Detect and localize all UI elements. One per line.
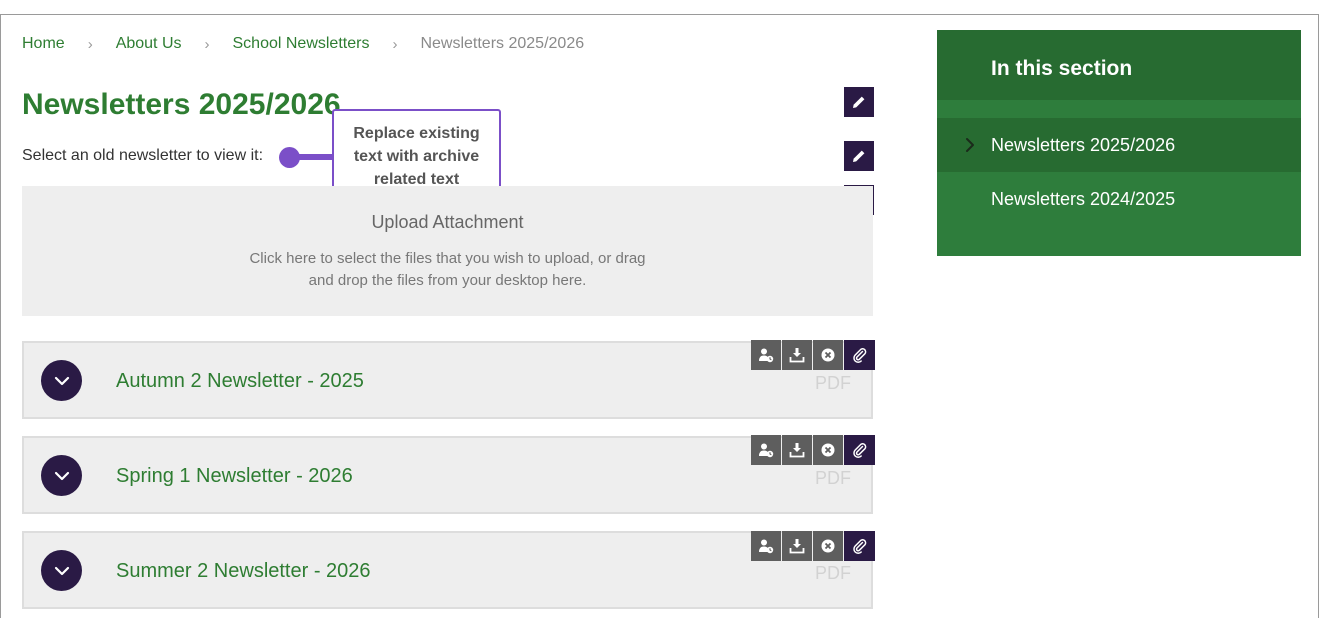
breadcrumb-home[interactable]: Home (22, 35, 65, 53)
attach-button[interactable] (844, 435, 875, 465)
file-type-label: PDF (815, 468, 851, 488)
attach-icon (852, 443, 866, 458)
sidebar-item-newsletters-2025-2026[interactable]: Newsletters 2025/2026 (937, 118, 1301, 172)
upload-attachment-dropzone[interactable]: Upload Attachment Click here to select t… (22, 186, 873, 316)
breadcrumb-separator-icon: › (392, 35, 398, 53)
breadcrumb-current: Newsletters 2025/2026 (420, 35, 585, 52)
section-sidebar: In this section Newsletters 2025/2026 Ne… (937, 30, 1301, 256)
edit-intro-button[interactable] (844, 141, 874, 171)
remove-icon (821, 539, 835, 553)
user-access-icon (759, 539, 774, 554)
breadcrumb-school-newsletters[interactable]: School Newsletters (233, 35, 370, 53)
chevron-down-icon (54, 471, 69, 480)
sidebar-item-newsletters-2024-2025[interactable]: Newsletters 2024/2025 (937, 172, 1301, 226)
chevron-right-icon (966, 138, 974, 152)
newsletter-row[interactable]: Spring 1 Newsletter - 2026 PDF (22, 436, 873, 514)
expand-toggle-button[interactable] (41, 455, 82, 496)
sidebar-item-label: Newsletters 2024/2025 (991, 188, 1176, 209)
breadcrumb: Home › About Us › School Newsletters › N… (22, 34, 584, 54)
download-icon (789, 443, 805, 458)
attach-icon (852, 539, 866, 554)
newsletter-title[interactable]: Summer 2 Newsletter - 2026 (116, 560, 371, 583)
remove-button[interactable] (813, 435, 843, 465)
attach-icon (852, 348, 866, 363)
remove-button[interactable] (813, 531, 843, 561)
user-access-icon (759, 348, 774, 363)
remove-icon (821, 443, 835, 457)
callout-text: Replace existing text with archive relat… (353, 124, 480, 188)
chevron-down-icon (54, 566, 69, 575)
user-access-button[interactable] (751, 435, 781, 465)
row-toolbar (751, 531, 875, 561)
download-button[interactable] (782, 340, 812, 370)
callout-pointer-dot (279, 147, 300, 168)
pencil-icon (853, 96, 865, 108)
attach-button[interactable] (844, 531, 875, 561)
user-access-button[interactable] (751, 340, 781, 370)
expand-toggle-button[interactable] (41, 360, 82, 401)
newsletter-title[interactable]: Spring 1 Newsletter - 2026 (116, 465, 353, 488)
user-access-button[interactable] (751, 531, 781, 561)
attach-button[interactable] (844, 340, 875, 370)
remove-button[interactable] (813, 340, 843, 370)
chevron-down-icon (54, 376, 69, 385)
download-button[interactable] (782, 435, 812, 465)
remove-icon (821, 348, 835, 362)
upload-description: Click here to select the files that you … (249, 250, 646, 289)
newsletter-row[interactable]: Autumn 2 Newsletter - 2025 PDF (22, 341, 873, 419)
row-toolbar (751, 435, 875, 465)
breadcrumb-separator-icon: › (204, 35, 210, 53)
newsletter-title[interactable]: Autumn 2 Newsletter - 2025 (116, 370, 364, 393)
expand-toggle-button[interactable] (41, 550, 82, 591)
row-toolbar (751, 340, 875, 370)
user-access-icon (759, 443, 774, 458)
download-icon (789, 348, 805, 363)
sidebar-heading: In this section (937, 30, 1301, 100)
newsletter-row[interactable]: Summer 2 Newsletter - 2026 PDF (22, 531, 873, 609)
file-type-label: PDF (815, 373, 851, 393)
file-type-label: PDF (815, 563, 851, 583)
callout-pointer-line (296, 154, 336, 160)
breadcrumb-about-us[interactable]: About Us (116, 35, 182, 53)
intro-text: Select an old newsletter to view it: (22, 147, 264, 164)
page-title: Newsletters 2025/2026 (22, 88, 341, 121)
download-icon (789, 539, 805, 554)
breadcrumb-separator-icon: › (87, 35, 93, 53)
edit-title-button[interactable] (844, 87, 874, 117)
upload-title: Upload Attachment (371, 212, 524, 232)
sidebar-item-label: Newsletters 2025/2026 (991, 134, 1176, 155)
download-button[interactable] (782, 531, 812, 561)
pencil-icon (853, 150, 865, 162)
